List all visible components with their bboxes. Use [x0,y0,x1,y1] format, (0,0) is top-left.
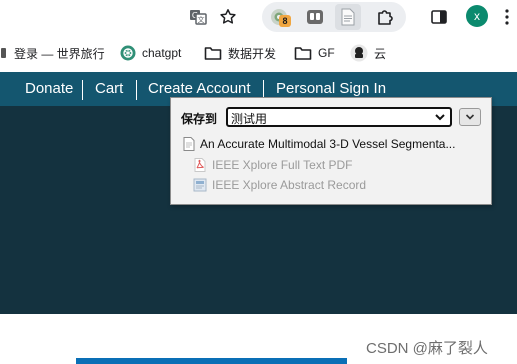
attachment-abstract: IEEE Xplore Abstract Record [193,178,366,192]
bookmark-folder-data-dev[interactable]: 数据开发 [204,44,276,62]
page-blue-bar [76,358,347,364]
folder-icon [204,47,222,60]
profile-avatar[interactable]: x [466,5,488,27]
save-popup: 保存到 测试用 An Accurate Multimodal 3-D Vesse… [170,97,492,205]
extension-grid-icon[interactable] [302,4,328,30]
collection-value: 测试用 [231,112,268,126]
nav-donate[interactable]: Donate [25,80,73,97]
sidebar-icon[interactable] [426,4,452,30]
nav-create-account[interactable]: Create Account [148,80,251,97]
nav-cart[interactable]: Cart [95,80,123,97]
collection-select[interactable]: 测试用 [226,107,452,127]
bookmark-label: 数据开发 [228,46,277,61]
chevron-down-icon [435,114,445,121]
bookmark-label: 云 [374,46,387,61]
bookmarks-bar: 登录 — 世界旅行 chatgpt 数据开发 GF 云 [0,34,517,72]
save-to-label: 保存到 [181,112,218,126]
attachment-label: IEEE Xplore Full Text PDF [212,158,353,172]
bookmark-label: 登录 — 世界旅行 [14,46,105,61]
browser-toolbar: G文 8 x [0,0,517,34]
bookmark-label: chatgpt [142,46,182,60]
document-icon[interactable] [335,4,361,30]
more-menu-icon[interactable] [498,4,516,30]
folder-icon [294,47,312,60]
bookmark-star-icon[interactable] [215,4,241,30]
svg-text:文: 文 [198,15,205,24]
nav-personal-sign-in[interactable]: Personal Sign In [276,80,386,97]
openai-icon [120,45,136,61]
document-icon [183,137,195,151]
puzzle-icon[interactable] [372,4,398,30]
attachment-label: IEEE Xplore Abstract Record [212,178,367,192]
nav-divider [82,80,83,100]
bookmark-world-travel[interactable]: 登录 — 世界旅行 [0,44,105,62]
saved-item-title[interactable]: An Accurate Multimodal 3-D Vessel Segmen… [183,137,455,151]
bookmark-chatgpt[interactable]: chatgpt [120,44,181,62]
cloud-favicon [350,44,368,62]
item-title: An Accurate Multimodal 3-D Vessel Segmen… [200,137,456,151]
expand-collections-button[interactable] [459,108,481,126]
extension-badge: 8 [279,15,291,27]
pdf-icon [194,158,206,172]
translate-icon[interactable]: G文 [185,4,211,30]
nav-divider [136,80,137,100]
watermark: CSDN @麻了裂人 [366,340,488,357]
bookmark-label: GF [318,46,335,60]
bookmark-favicon [1,48,6,58]
bookmark-cloud[interactable]: 云 [350,44,386,62]
bookmark-folder-gf[interactable]: GF [294,44,335,62]
chevron-down-icon [465,114,475,120]
attachment-pdf: IEEE Xplore Full Text PDF [193,158,353,172]
web-page-icon [193,178,207,192]
